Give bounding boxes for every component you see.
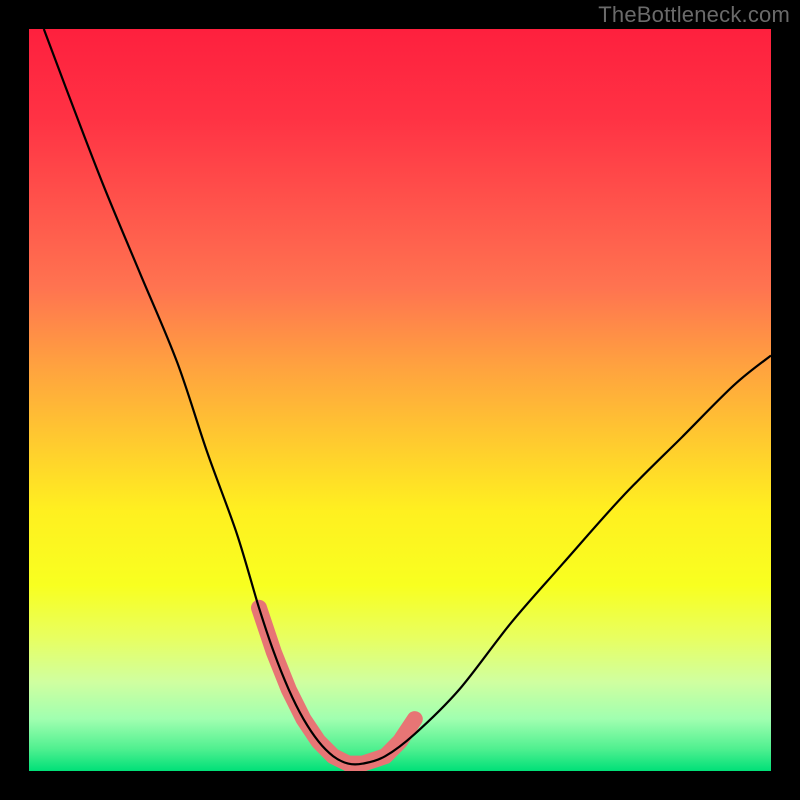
gradient-background <box>29 29 771 771</box>
chart-svg <box>29 29 771 771</box>
attribution-label: TheBottleneck.com <box>598 2 790 28</box>
chart-frame: TheBottleneck.com <box>0 0 800 800</box>
plot-area <box>29 29 771 771</box>
